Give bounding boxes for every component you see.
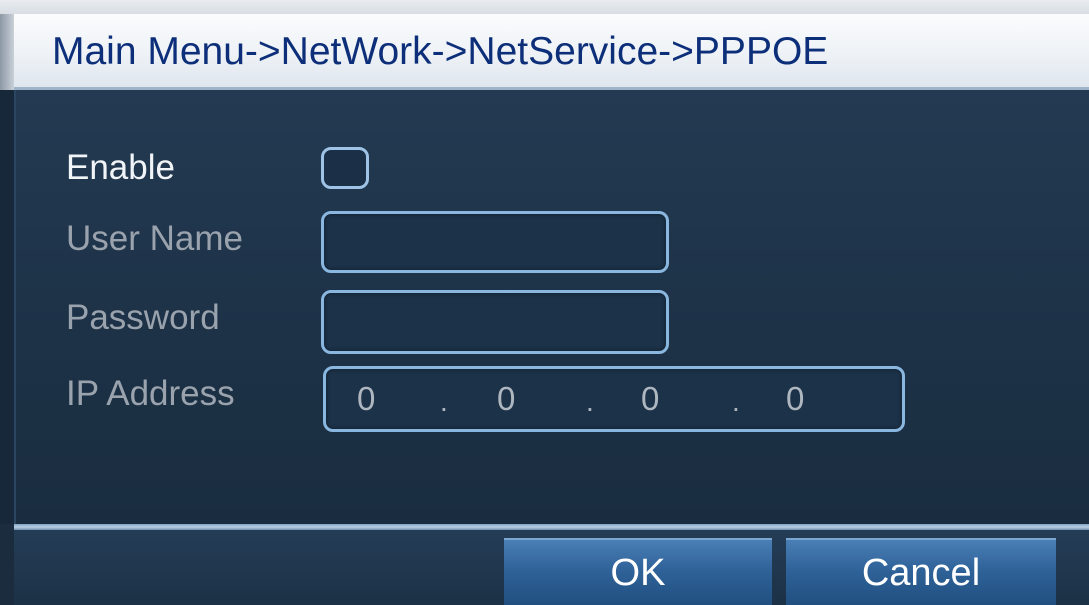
ip-octet-3[interactable]: 0 [641, 369, 659, 429]
title-left-edge [0, 14, 14, 90]
ip-separator-2: . [586, 386, 594, 417]
ip-octet-1[interactable]: 0 [357, 369, 375, 429]
ip-octet-2[interactable]: 0 [497, 369, 515, 429]
pppoe-settings-screen: Main Menu->NetWork->NetService->PPPOE En… [0, 0, 1089, 605]
password-input[interactable] [321, 290, 669, 354]
password-label: Password [66, 298, 220, 337]
breadcrumb: Main Menu->NetWork->NetService->PPPOE [52, 30, 829, 73]
username-label: User Name [66, 219, 243, 258]
ip-separator-3: . [732, 386, 740, 417]
panel-left-edge [0, 90, 14, 524]
ip-octet-4[interactable]: 0 [786, 369, 804, 429]
cancel-button[interactable]: Cancel [786, 538, 1056, 605]
enable-checkbox[interactable] [321, 147, 369, 189]
ip-separator-1: . [440, 386, 448, 417]
ip-address-label: IP Address [66, 374, 235, 413]
enable-label: Enable [66, 148, 175, 187]
username-input[interactable] [321, 211, 669, 273]
ok-button[interactable]: OK [504, 538, 772, 605]
ip-address-input[interactable]: 0 . 0 . 0 . 0 [323, 366, 905, 432]
top-strip [0, 0, 1089, 14]
